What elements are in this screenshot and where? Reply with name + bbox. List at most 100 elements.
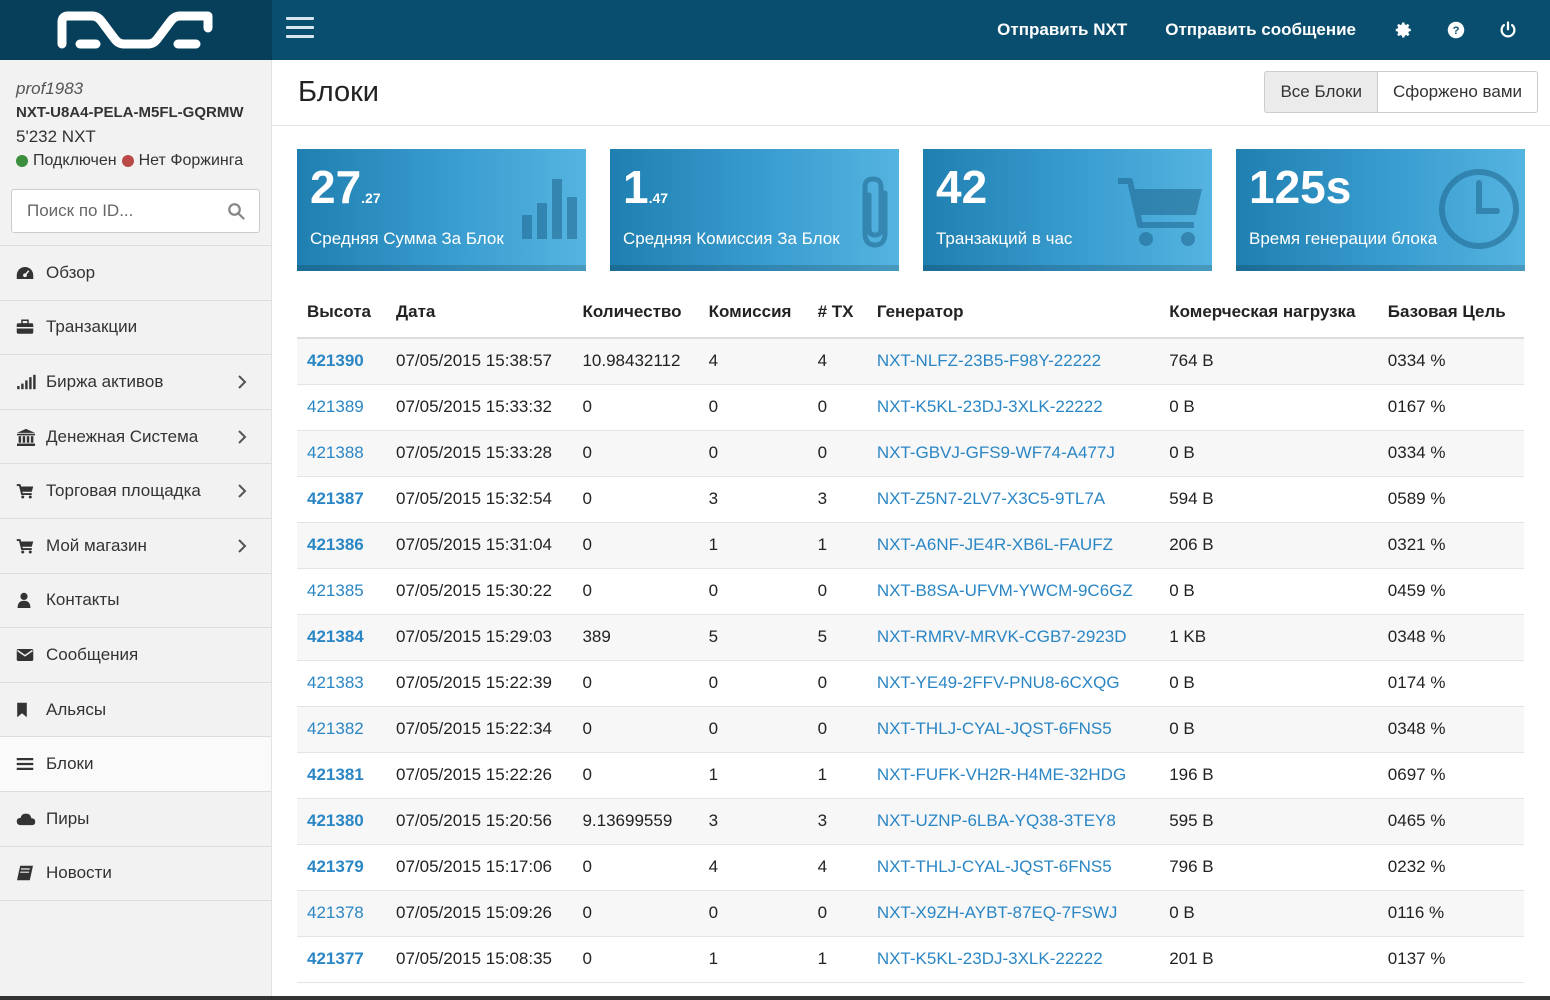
cell-payload: 594 B (1159, 476, 1378, 523)
sidebar-item-5[interactable]: Торговая площадка (0, 464, 271, 519)
user-icon (16, 591, 38, 609)
block-height-link[interactable]: 421382 (307, 719, 364, 738)
cell-generator: NXT-THLJ-CYAL-JQST-6FNS5 (866, 706, 1160, 753)
generator-column-header: Генератор (866, 286, 1160, 339)
sidebar-item-10[interactable]: Блоки (0, 737, 271, 792)
block-height-link[interactable]: 421385 (307, 581, 364, 600)
table-row: 421389 07/05/2015 15:33:32 0 0 0 NXT-K5KL-23D… (297, 384, 1524, 431)
block-height-link[interactable]: 421379 (307, 857, 364, 876)
block-height-link[interactable]: 421384 (307, 627, 364, 646)
cell-target: 0459 % (1377, 568, 1524, 615)
cell-target: 0232 % (1377, 844, 1524, 891)
cell-amount: 0 (572, 430, 699, 477)
briefcase-icon (16, 318, 38, 336)
block-height-link[interactable]: 421389 (307, 397, 364, 416)
question-icon[interactable]: ? (1446, 20, 1466, 40)
list-icon (16, 755, 38, 773)
sidebar-item-11[interactable]: Пиры (0, 792, 271, 847)
connected-dot-icon (16, 155, 28, 167)
sidebar-item-label: Мой магазин (46, 535, 147, 555)
generator-link[interactable]: NXT-UZNP-6LBA-YQ38-3TEY8 (877, 811, 1116, 830)
account-balance: 5'232 NXT (16, 127, 96, 146)
sidebar-item-6[interactable]: Мой магазин (0, 519, 271, 574)
cell-height: 421379 (297, 844, 386, 891)
sidebar-item-7[interactable]: Контакты (0, 574, 271, 629)
cell-generator: NXT-RMRV-MRVK-CGB7-2923D (866, 614, 1160, 661)
send-nxt-link[interactable]: Отправить NXT (997, 20, 1127, 40)
top-navbar: Отправить NXT Отправить сообщение ? (0, 0, 1550, 60)
sidebar-item-8[interactable]: Сообщения (0, 628, 271, 683)
generator-link[interactable]: NXT-B8SA-UFVM-YWCM-9C6GZ (877, 581, 1133, 600)
table-row: 421377 07/05/2015 15:08:35 0 1 1 NXT-K5KL-23D… (297, 936, 1524, 983)
cell-generator: NXT-YE49-2FFV-PNU8-6CXQG (866, 660, 1160, 707)
generator-link[interactable]: NXT-THLJ-CYAL-JQST-6FNS5 (877, 857, 1112, 876)
generator-link[interactable]: NXT-FUFK-VH2R-H4ME-32HDG (877, 765, 1126, 784)
cell-payload: 764 B (1159, 338, 1378, 385)
sidebar-item-12[interactable]: Новости (0, 847, 271, 902)
cell-amount: 10.98432112 (572, 338, 699, 385)
sidebar-item-3[interactable]: Биржа активов (0, 355, 271, 410)
generator-link[interactable]: NXT-K5KL-23DJ-3XLK-22222 (877, 949, 1103, 968)
cell-fee: 0 (698, 430, 808, 477)
cell-target: 0348 % (1377, 614, 1524, 661)
cell-height: 421383 (297, 660, 386, 707)
block-height-link[interactable]: 421386 (307, 535, 364, 554)
generator-link[interactable]: NXT-GBVJ-GFS9-WF74-A477J (877, 443, 1115, 462)
cell-fee: 3 (698, 476, 808, 523)
search-input[interactable] (12, 190, 259, 232)
cell-generator: NXT-UZNP-6LBA-YQ38-3TEY8 (866, 798, 1160, 845)
sidebar-item-2[interactable]: Транзакции (0, 301, 271, 356)
block-height-link[interactable]: 421378 (307, 903, 364, 922)
block-height-link[interactable]: 421381 (307, 765, 364, 784)
block-height-link[interactable]: 421383 (307, 673, 364, 692)
cell-generator: NXT-NLFZ-23B5-F98Y-22222 (866, 338, 1160, 385)
cell-fee: 1 (698, 522, 808, 569)
nxt-logo[interactable] (0, 0, 272, 60)
cell-amount: 0 (572, 936, 699, 983)
main-content: Блоки Все Блоки Сфорженo вами 27.27 Сред… (272, 60, 1550, 1000)
cell-fee: 4 (698, 338, 808, 385)
cell-target: 0137 % (1377, 936, 1524, 983)
generator-link[interactable]: NXT-Z5N7-2LV7-X3C5-9TL7A (877, 489, 1105, 508)
block-height-link[interactable]: 421387 (307, 489, 364, 508)
sidebar-item-4[interactable]: Денежная Система (0, 410, 271, 465)
gear-icon[interactable] (1394, 20, 1414, 40)
table-row: 421384 07/05/2015 15:29:03 389 5 5 NXT-RMRV-M… (297, 614, 1524, 661)
cell-date: 07/05/2015 15:22:39 (386, 660, 573, 707)
cell-date: 07/05/2015 15:33:28 (386, 430, 573, 477)
generator-link[interactable]: NXT-K5KL-23DJ-3XLK-22222 (877, 397, 1103, 416)
block-height-link[interactable]: 421388 (307, 443, 364, 462)
clock-icon (1437, 167, 1521, 256)
sidebar-item-9[interactable]: Альясы (0, 683, 271, 738)
forged-by-you-button[interactable]: Сфорженo вами (1376, 71, 1538, 113)
stat-avg-fee: 1.47 Средняя Комиссия За Блок (610, 149, 899, 271)
block-height-link[interactable]: 421390 (307, 351, 364, 370)
generator-link[interactable]: NXT-X9ZH-AYBT-87EQ-7FSWJ (877, 903, 1118, 922)
cell-payload: 206 B (1159, 522, 1378, 569)
block-height-link[interactable]: 421380 (307, 811, 364, 830)
forging-status[interactable]: Нет Форжинга (139, 149, 244, 173)
cell-height: 421378 (297, 890, 386, 937)
cell-fee: 3 (698, 798, 808, 845)
signal-icon (16, 373, 38, 391)
generator-link[interactable]: NXT-NLFZ-23B5-F98Y-22222 (877, 351, 1101, 370)
hamburger-menu-button[interactable] (286, 17, 314, 39)
generator-link[interactable]: NXT-THLJ-CYAL-JQST-6FNS5 (877, 719, 1112, 738)
sidebar-item-1[interactable]: Обзор (0, 246, 271, 301)
search-icon[interactable] (227, 202, 245, 225)
stat-value: 27.27 (310, 161, 381, 213)
send-message-link[interactable]: Отправить сообщение (1165, 20, 1356, 40)
block-height-link[interactable]: 421377 (307, 949, 364, 968)
stat-label: Время генерации блока (1249, 229, 1438, 248)
generator-link[interactable]: NXT-A6NF-JE4R-XB6L-FAUFZ (877, 535, 1113, 554)
all-blocks-button[interactable]: Все Блоки (1264, 71, 1377, 113)
generator-link[interactable]: NXT-RMRV-MRVK-CGB7-2923D (877, 627, 1127, 646)
book-icon (16, 864, 38, 882)
cart-icon (1116, 175, 1206, 256)
cell-payload: 196 B (1159, 752, 1378, 799)
table-row: 421387 07/05/2015 15:32:54 0 3 3 NXT-Z5N7-2LV… (297, 476, 1524, 523)
cell-amount: 0 (572, 752, 699, 799)
power-icon[interactable] (1498, 20, 1518, 40)
account-id[interactable]: NXT-U8A4-PELA-M5FL-GQRMW (16, 101, 255, 125)
generator-link[interactable]: NXT-YE49-2FFV-PNU8-6CXQG (877, 673, 1120, 692)
